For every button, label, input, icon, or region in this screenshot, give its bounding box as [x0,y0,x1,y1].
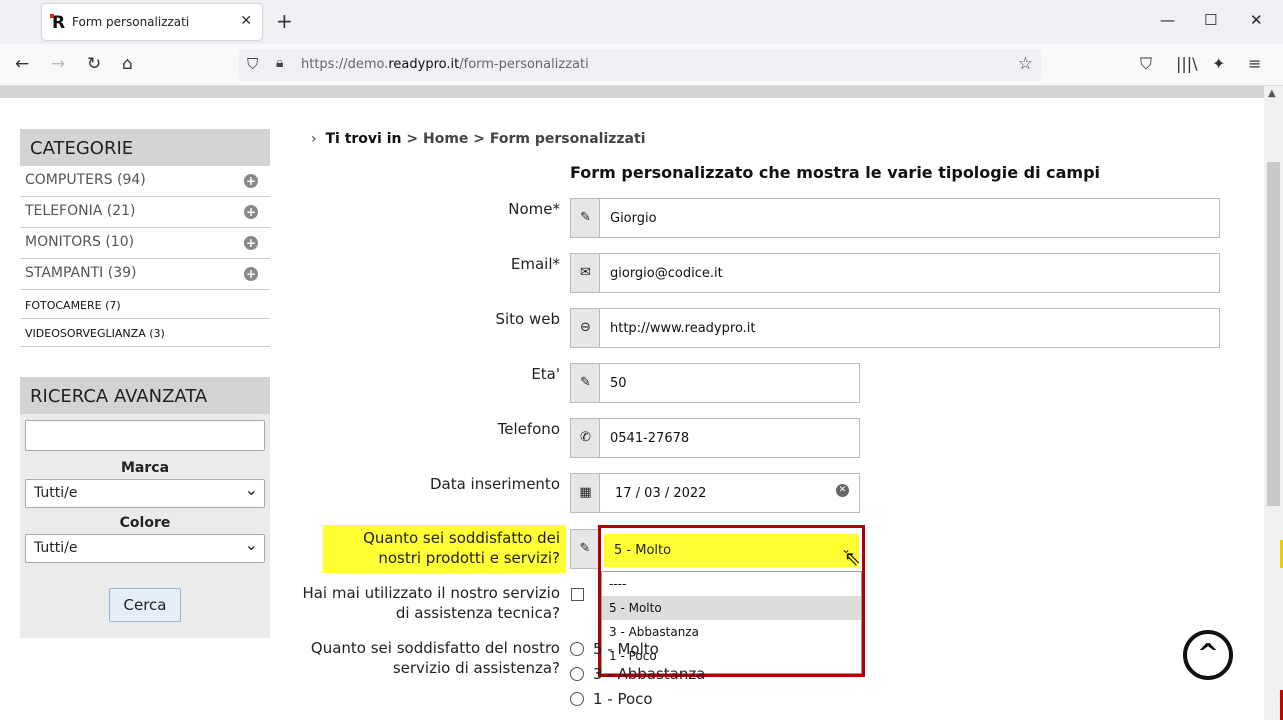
category-item[interactable]: MONITORS (10) + [20,228,270,259]
email-label: Email* [510,255,560,273]
breadcrumb: › Ti trovi in > Home > Form personalizza… [311,131,646,147]
website-label: Sito web [495,310,560,328]
radio-option[interactable] [570,692,584,706]
reload-icon[interactable]: ↻ [87,54,101,74]
extension-icon[interactable]: ✦ [1212,54,1225,73]
phone-label: Telefono [497,420,560,438]
name-input[interactable]: Giorgio [599,198,1220,238]
tab-title: Form personalizzati [72,15,190,29]
close-window-icon[interactable]: ✕ [1250,11,1263,29]
brand-select[interactable]: Tutti/e [25,479,265,508]
name-label: Nome* [508,200,560,218]
clear-icon[interactable]: ✕ [836,484,849,497]
home-icon[interactable]: ⌂ [122,54,133,74]
assistance-used-label: Hai mai utilizzato il nostro servizio di… [302,584,560,622]
new-tab-icon[interactable]: + [276,9,293,33]
satisfaction-selected-value[interactable]: 5 - Molto ⌄ [604,534,859,567]
tab-bar: R Form personalizzati ✕ + — ☐ ✕ [0,0,1283,44]
pencil-icon: ✎ [570,198,600,238]
bookmark-star-icon[interactable]: ☆ [1018,54,1033,74]
expand-icon[interactable]: + [244,236,258,250]
category-item[interactable]: TELEFONIA (21) + [20,197,270,228]
satisfaction-label: Quanto sei soddisfatto dei nostri prodot… [323,525,566,573]
satisfaction-dropdown-list: ---- 5 - Molto 3 - Abbastanza 1 - Poco [601,571,862,674]
scroll-up-icon[interactable]: ▲ [1268,88,1276,99]
mouse-cursor-icon: ⇖ [844,546,861,570]
category-item[interactable]: COMPUTERS (94) + [20,166,270,197]
forward-icon[interactable]: → [51,54,65,74]
date-label: Data inserimento [429,475,560,493]
date-input[interactable]: 17 / 03 / 2022 ✕ [599,473,860,513]
search-button[interactable]: Cerca [109,588,181,622]
scroll-thumb[interactable] [1267,162,1280,506]
breadcrumb-home[interactable]: Home [423,131,468,147]
assistance-satisfaction-label: Quanto sei soddisfatto del nostro serviz… [310,639,560,677]
category-item[interactable]: STAMPANTI (39) + [20,259,270,290]
shield-icon[interactable]: ⛉ [247,55,258,73]
calendar-icon: ▦ [570,473,600,513]
expand-icon[interactable]: + [244,267,258,281]
link-icon: ⊖ [570,308,600,348]
url-text[interactable]: https://demo.readypro.it/form-personaliz… [301,57,589,72]
back-to-top-button[interactable]: ^ [1183,630,1233,680]
category-item[interactable]: FOTOCAMERE (7) [20,291,270,319]
dropdown-option[interactable]: 5 - Molto [602,596,861,620]
age-label: Eta' [531,365,560,383]
age-input[interactable]: 50 [599,363,860,403]
menu-icon[interactable]: ≡ [1248,54,1261,73]
breadcrumb-current: Form personalizzati [489,131,646,147]
site-logo-icon: R [49,13,66,33]
dropdown-option[interactable]: ---- [602,572,861,596]
expand-icon[interactable]: + [244,174,258,188]
scrollbar[interactable]: ▲ [1264,86,1283,720]
radio-label: 1 - Poco [593,690,653,708]
radio-label: 3 - Abbastanza [593,665,706,683]
close-tab-icon[interactable]: ✕ [240,13,252,29]
chevron-right-icon: › [311,131,317,147]
advanced-search-panel: Marca Tutti/e Colore Tutti/e Cerca [20,414,270,638]
radio-label: 5 - Molto [593,640,659,658]
pocket-icon[interactable]: ⛉ [1140,54,1152,74]
pencil-icon: ✎ [570,363,600,403]
advanced-search-title: RICERCA AVANZATA [20,377,270,414]
phone-icon: ✆ [570,418,600,458]
back-icon[interactable]: ← [15,54,29,74]
website-input[interactable]: http://www.readypro.it [599,308,1220,348]
minimize-icon[interactable]: — [1160,11,1175,29]
library-icon[interactable]: |||\ [1176,54,1198,73]
pencil-icon: ✎ [570,529,600,569]
mail-icon: ✉ [570,253,600,293]
phone-input[interactable]: 0541-27678 [599,418,860,458]
page-header-strip [0,86,1264,98]
categories-title: CATEGORIE [20,129,270,166]
category-item[interactable]: VIDEOSORVEGLIANZA (3) [20,319,270,347]
lock-icon[interactable]: 🔒︎ [276,55,283,71]
assistance-used-checkbox[interactable] [571,588,584,601]
nav-bar: ← → ↻ ⌂ ⛉ 🔒︎ https://demo.readypro.it/fo… [0,44,1283,86]
brand-label: Marca [120,460,170,476]
browser-tab[interactable]: R Form personalizzati ✕ [42,4,262,40]
maximize-icon[interactable]: ☐ [1204,11,1217,29]
radio-option[interactable] [570,667,584,681]
radio-option[interactable] [570,642,584,656]
color-select[interactable]: Tutti/e [25,534,265,563]
url-bar[interactable]: ⛉ 🔒︎ https://demo.readypro.it/form-perso… [239,49,1041,81]
color-label: Colore [119,515,171,531]
search-input[interactable] [25,420,265,451]
expand-icon[interactable]: + [244,205,258,219]
email-input[interactable]: giorgio@codice.it [599,253,1220,293]
form-title: Form personalizzato che mostra le varie … [570,163,1101,182]
